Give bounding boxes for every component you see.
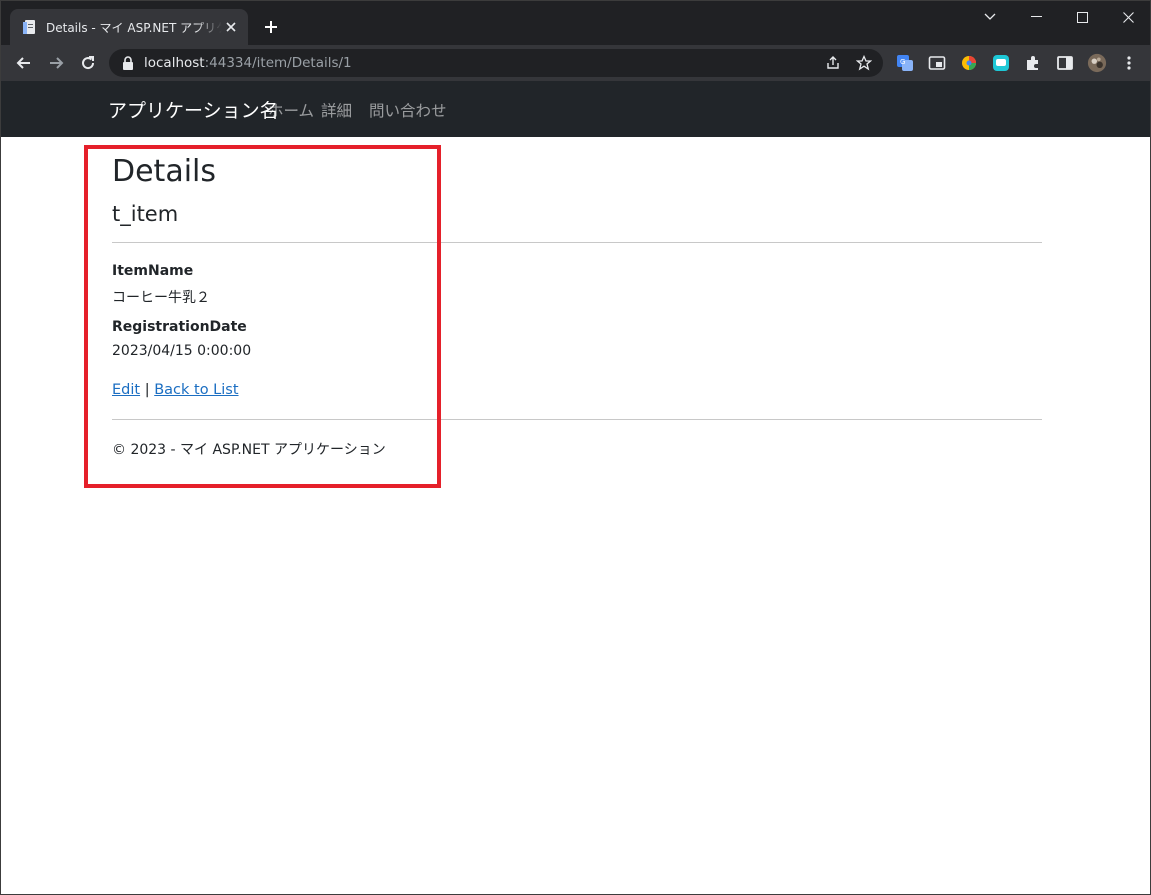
new-tab-button[interactable] [259,15,283,39]
tab-search-button[interactable] [967,1,1013,33]
arrow-right-icon [50,57,64,69]
reload-icon [82,56,95,70]
field-label-registrationdate: RegistrationDate [112,319,247,335]
page-subtitle: t_item [112,202,179,226]
document-icon [23,20,35,34]
action-links: Edit | Back to List [112,382,239,398]
maximize-icon [1076,11,1088,23]
close-tab-icon[interactable] [222,18,240,36]
field-label-itemname: ItemName [112,263,194,279]
plus-icon [265,21,277,33]
menu-kebab-icon[interactable] [1119,53,1139,73]
address-bar[interactable]: localhost:44334/item/Details/1 [109,49,883,77]
maximize-button[interactable] [1059,1,1105,33]
translate-extension-icon[interactable]: G [895,53,915,73]
browser-window: Details - マイ ASP.NET アプリケーション [0,0,1151,895]
page-title: Details [112,154,217,189]
tab-title: Details - マイ ASP.NET アプリケーション [46,20,222,35]
footer-text: © 2023 - マイ ASP.NET アプリケーション [112,442,386,458]
chat-extension-icon[interactable] [991,53,1011,73]
color-picker-extension-icon[interactable] [959,53,979,73]
lock-icon[interactable] [121,55,135,71]
bookmark-star-icon[interactable] [856,55,872,71]
nav-link-details[interactable]: 詳細 [321,99,352,121]
svg-text:G: G [900,58,905,66]
minimize-button[interactable] [1013,1,1059,33]
profile-avatar[interactable] [1087,53,1107,73]
link-separator: | [144,382,150,398]
url-path: :44334/item/Details/1 [204,55,352,71]
back-button[interactable] [10,49,38,77]
back-to-list-link[interactable]: Back to List [154,382,238,398]
browser-toolbar: localhost:44334/item/Details/1 G [1,45,1150,81]
browser-tab[interactable]: Details - マイ ASP.NET アプリケーション [10,9,248,45]
url-text[interactable]: localhost:44334/item/Details/1 [144,55,352,71]
page-content: Details t_item ItemName コーヒー牛乳２ Registra… [1,137,1150,894]
picture-in-picture-extension-icon[interactable] [927,53,947,73]
forward-button[interactable] [42,49,70,77]
edit-link[interactable]: Edit [112,382,140,398]
nav-link-contact[interactable]: 問い合わせ [369,99,447,121]
tab-strip: Details - マイ ASP.NET アプリケーション [1,1,1150,45]
footer-divider [112,419,1042,420]
nav-link-home[interactable]: ホーム [268,99,314,121]
close-icon [1122,11,1134,23]
divider [112,242,1042,243]
close-window-button[interactable] [1105,1,1150,33]
side-panel-icon[interactable] [1055,53,1075,73]
reload-button[interactable] [74,49,102,77]
share-icon[interactable] [825,55,841,71]
url-host: localhost [144,55,205,71]
extensions-puzzle-icon[interactable] [1023,53,1043,73]
field-value-registrationdate: 2023/04/15 0:00:00 [112,343,252,359]
field-value-itemname: コーヒー牛乳２ [112,290,210,306]
app-navbar: アプリケーション名 ホーム 詳細 問い合わせ [1,81,1150,137]
minimize-icon [1030,16,1042,17]
chevron-down-icon [984,13,996,20]
navbar-brand[interactable]: アプリケーション名 [108,96,279,123]
arrow-left-icon [16,57,30,69]
